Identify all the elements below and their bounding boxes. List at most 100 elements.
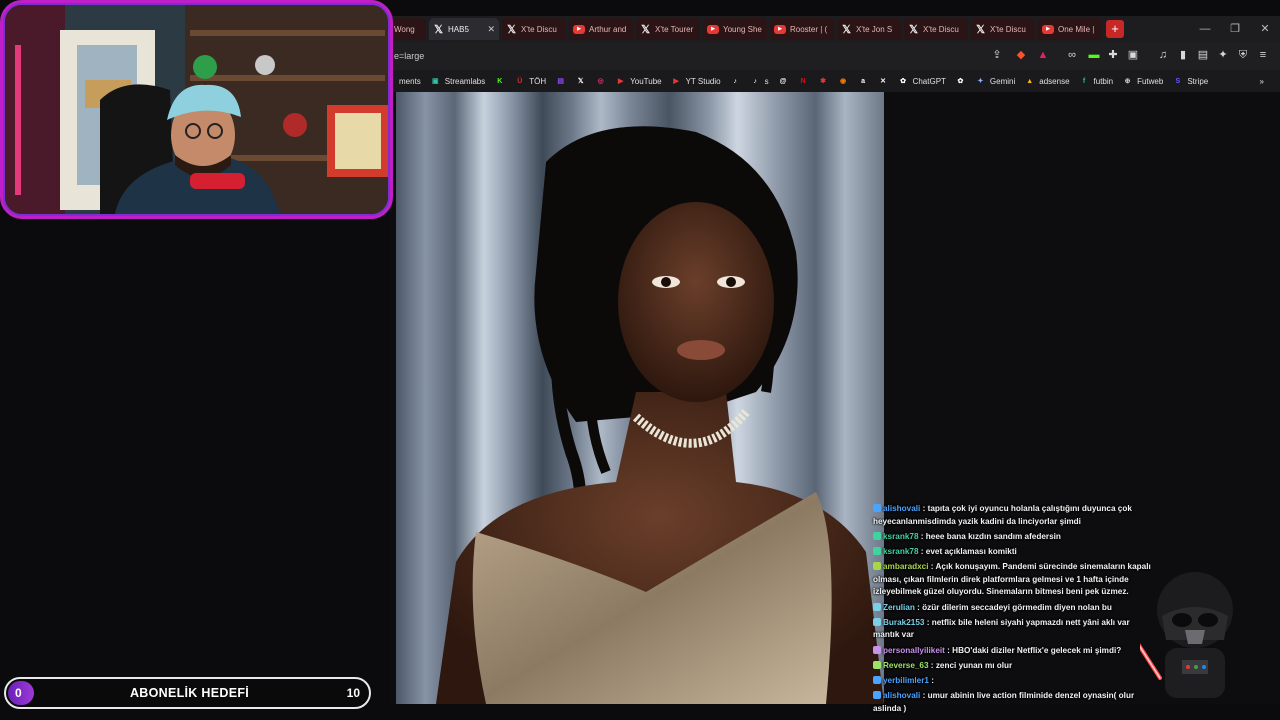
browser-tab[interactable]: 𝕏 X'te Jon S	[837, 18, 901, 40]
stripe-icon: S	[1175, 77, 1181, 85]
bookmark-item[interactable]: ▲ adsense	[1024, 76, 1069, 87]
bookmark-item[interactable]: ◎	[595, 76, 606, 87]
bookmark-label: YT Studio	[685, 76, 721, 86]
browser-tab[interactable]: 𝕏 HAB5 ✕	[429, 18, 499, 40]
chat-message: Burak2153 : netflix bile heleni siyahi y…	[873, 617, 1155, 642]
gemini-icon: ✦	[977, 77, 984, 85]
toh-icon: Ü	[517, 77, 523, 85]
bookmark-item[interactable]: ▣ Streamlabs	[430, 76, 485, 87]
browser-tab[interactable]: 𝕏 X'te Discu	[971, 18, 1035, 40]
chat-badge-icon	[873, 645, 881, 654]
youtube-icon: ▶	[573, 24, 585, 34]
brave-shield-icon[interactable]: ◆	[1014, 48, 1028, 62]
x-logo-icon: 𝕏	[507, 23, 516, 36]
bookmark-item[interactable]: @	[778, 76, 789, 87]
media-icon[interactable]: ♫	[1156, 48, 1170, 62]
chat-username: ambaradxci	[883, 562, 929, 572]
bookmark-item[interactable]: ✕	[878, 76, 889, 87]
bookmark-label: YouTube	[630, 76, 662, 86]
bookmark-item[interactable]: ✿ ChatGPT	[898, 76, 946, 87]
chat-message: alishovali : umur abinin live action fil…	[873, 690, 1155, 715]
bookmark-item[interactable]: N	[798, 76, 809, 87]
bookmark-item[interactable]: ✦ Gemini	[975, 76, 1015, 87]
brave-rewards-icon[interactable]: ▲	[1036, 48, 1050, 62]
extensions-icon[interactable]: ✚	[1106, 48, 1120, 62]
browser-tab[interactable]: 𝕏 X'te Tourer	[636, 18, 700, 40]
bookmark-label: s	[764, 76, 769, 86]
share-icon[interactable]: ⇪	[990, 48, 1004, 62]
x-logo-icon: 𝕏	[976, 23, 985, 36]
bookmark-item[interactable]: ✿	[955, 76, 966, 87]
bookmark-label: Gemini	[989, 76, 1016, 86]
bookmark-label: futbin	[1093, 76, 1114, 86]
x-logo-icon: 𝕏	[434, 23, 443, 36]
chat-text: özür dilerim seccadeyi görmedim diyen no…	[922, 602, 1112, 612]
bookmark-item[interactable]: S Stripe	[1172, 76, 1208, 87]
minimize-button[interactable]: —	[1190, 16, 1220, 42]
bookmark-label: TÖH	[529, 76, 547, 86]
chat-username: personallyilikeit	[883, 645, 945, 655]
chat-badge-icon	[873, 660, 881, 669]
tab-label: Young She	[723, 24, 762, 34]
browser-tab[interactable]: ▶ Rooster | (	[770, 18, 834, 40]
bookmark-item[interactable]: f futbin	[1079, 76, 1114, 87]
extension-green-icon[interactable]: ▬	[1087, 48, 1101, 62]
bookmark-item[interactable]: K	[494, 76, 505, 87]
bookmark-item[interactable]: 𝕏	[575, 76, 586, 87]
bookmark-item[interactable]: ◉	[838, 76, 849, 87]
chat-username: Burak2153	[883, 617, 925, 627]
bookmarks-overflow-button[interactable]: »	[1260, 77, 1264, 86]
browser-tab[interactable]: ▶ Arthur and	[569, 18, 633, 40]
instagram-icon: ◎	[597, 77, 604, 85]
vpn-icon[interactable]: ⛨	[1236, 48, 1250, 62]
browser-tab[interactable]: ▶ One Mile |	[1038, 18, 1102, 40]
futweb-icon: ⊕	[1124, 77, 1131, 85]
bookmark-label: ChatGPT	[912, 76, 946, 86]
close-tab-icon[interactable]: ✕	[487, 24, 495, 35]
chat-message: personallyilikeit : HBO'daki diziler Net…	[873, 645, 1155, 658]
close-window-button[interactable]: ✕	[1250, 16, 1280, 42]
leo-ai-icon[interactable]: ✦	[1216, 48, 1230, 62]
bookmark-item[interactable]: ▤	[555, 76, 566, 87]
bookmark-item[interactable]: ▶ YouTube	[615, 76, 662, 87]
chat-overlay: alishovali : tapıta çok iyi oyuncu holan…	[873, 503, 1155, 717]
tab-label: X'te Discu	[923, 24, 959, 34]
screenshot-icon[interactable]: ▣	[1126, 48, 1140, 62]
menu-icon[interactable]: ≡	[1256, 48, 1270, 62]
portrait-photo	[396, 92, 884, 704]
bookmark-item[interactable]: ♪ s	[750, 76, 769, 87]
browser-tab[interactable]: 𝕏 X'te Discu	[502, 18, 566, 40]
subscriber-goal-bar: 0 ABONELİK HEDEFİ 10	[4, 677, 371, 709]
x-logo-icon: 𝕏	[909, 23, 918, 36]
browser-tab[interactable]: 𝕏 X'te Discu	[904, 18, 968, 40]
address-bar[interactable]: e=large	[392, 47, 1052, 65]
darth-vader-figure	[1140, 572, 1233, 698]
chat-badge-icon	[873, 675, 881, 684]
bookmark-item[interactable]: a	[858, 76, 869, 87]
bookmark-item[interactable]: ⊕ Futweb	[1122, 76, 1164, 87]
sidebar-icon[interactable]: ▮	[1176, 48, 1190, 62]
pin-icon: ✱	[820, 77, 827, 85]
rss-icon: ◉	[840, 77, 847, 85]
chatgpt-icon: ✿	[900, 77, 907, 85]
tab-label: X'te Tourer	[655, 24, 694, 34]
bookmark-item[interactable]: ♪	[730, 76, 741, 87]
extension-glasses-icon[interactable]: ∞	[1065, 48, 1079, 62]
browser-tab[interactable]: Wong	[390, 18, 426, 40]
chat-message: yerbilimler1 :	[873, 675, 1155, 688]
tab-label: Rooster | (	[790, 24, 828, 34]
new-tab-button[interactable]: +	[1106, 20, 1124, 38]
tab-strip: Wong 𝕏 HAB5 ✕ 𝕏 X'te Discu ▶ Arthur and 𝕏 X'te To…	[390, 16, 1280, 42]
chat-username: Zerulian	[883, 602, 915, 612]
bookmark-item[interactable]: ▶ YT Studio	[671, 76, 721, 87]
chat-badge-icon	[873, 617, 881, 626]
restore-button[interactable]: ❐	[1220, 16, 1250, 42]
bookmark-item[interactable]: Ü TÖH	[514, 76, 546, 87]
chat-message: alishovali : tapıta çok iyi oyuncu holan…	[873, 503, 1155, 528]
x-logo-icon: 𝕏	[641, 23, 650, 36]
bookmark-item[interactable]: ments	[399, 77, 421, 86]
bookmark-item[interactable]: ✱	[818, 76, 829, 87]
wallet-icon[interactable]: ▤	[1196, 48, 1210, 62]
youtube-icon: ▶	[1042, 24, 1054, 34]
browser-tab[interactable]: ▶ Young She	[703, 18, 767, 40]
